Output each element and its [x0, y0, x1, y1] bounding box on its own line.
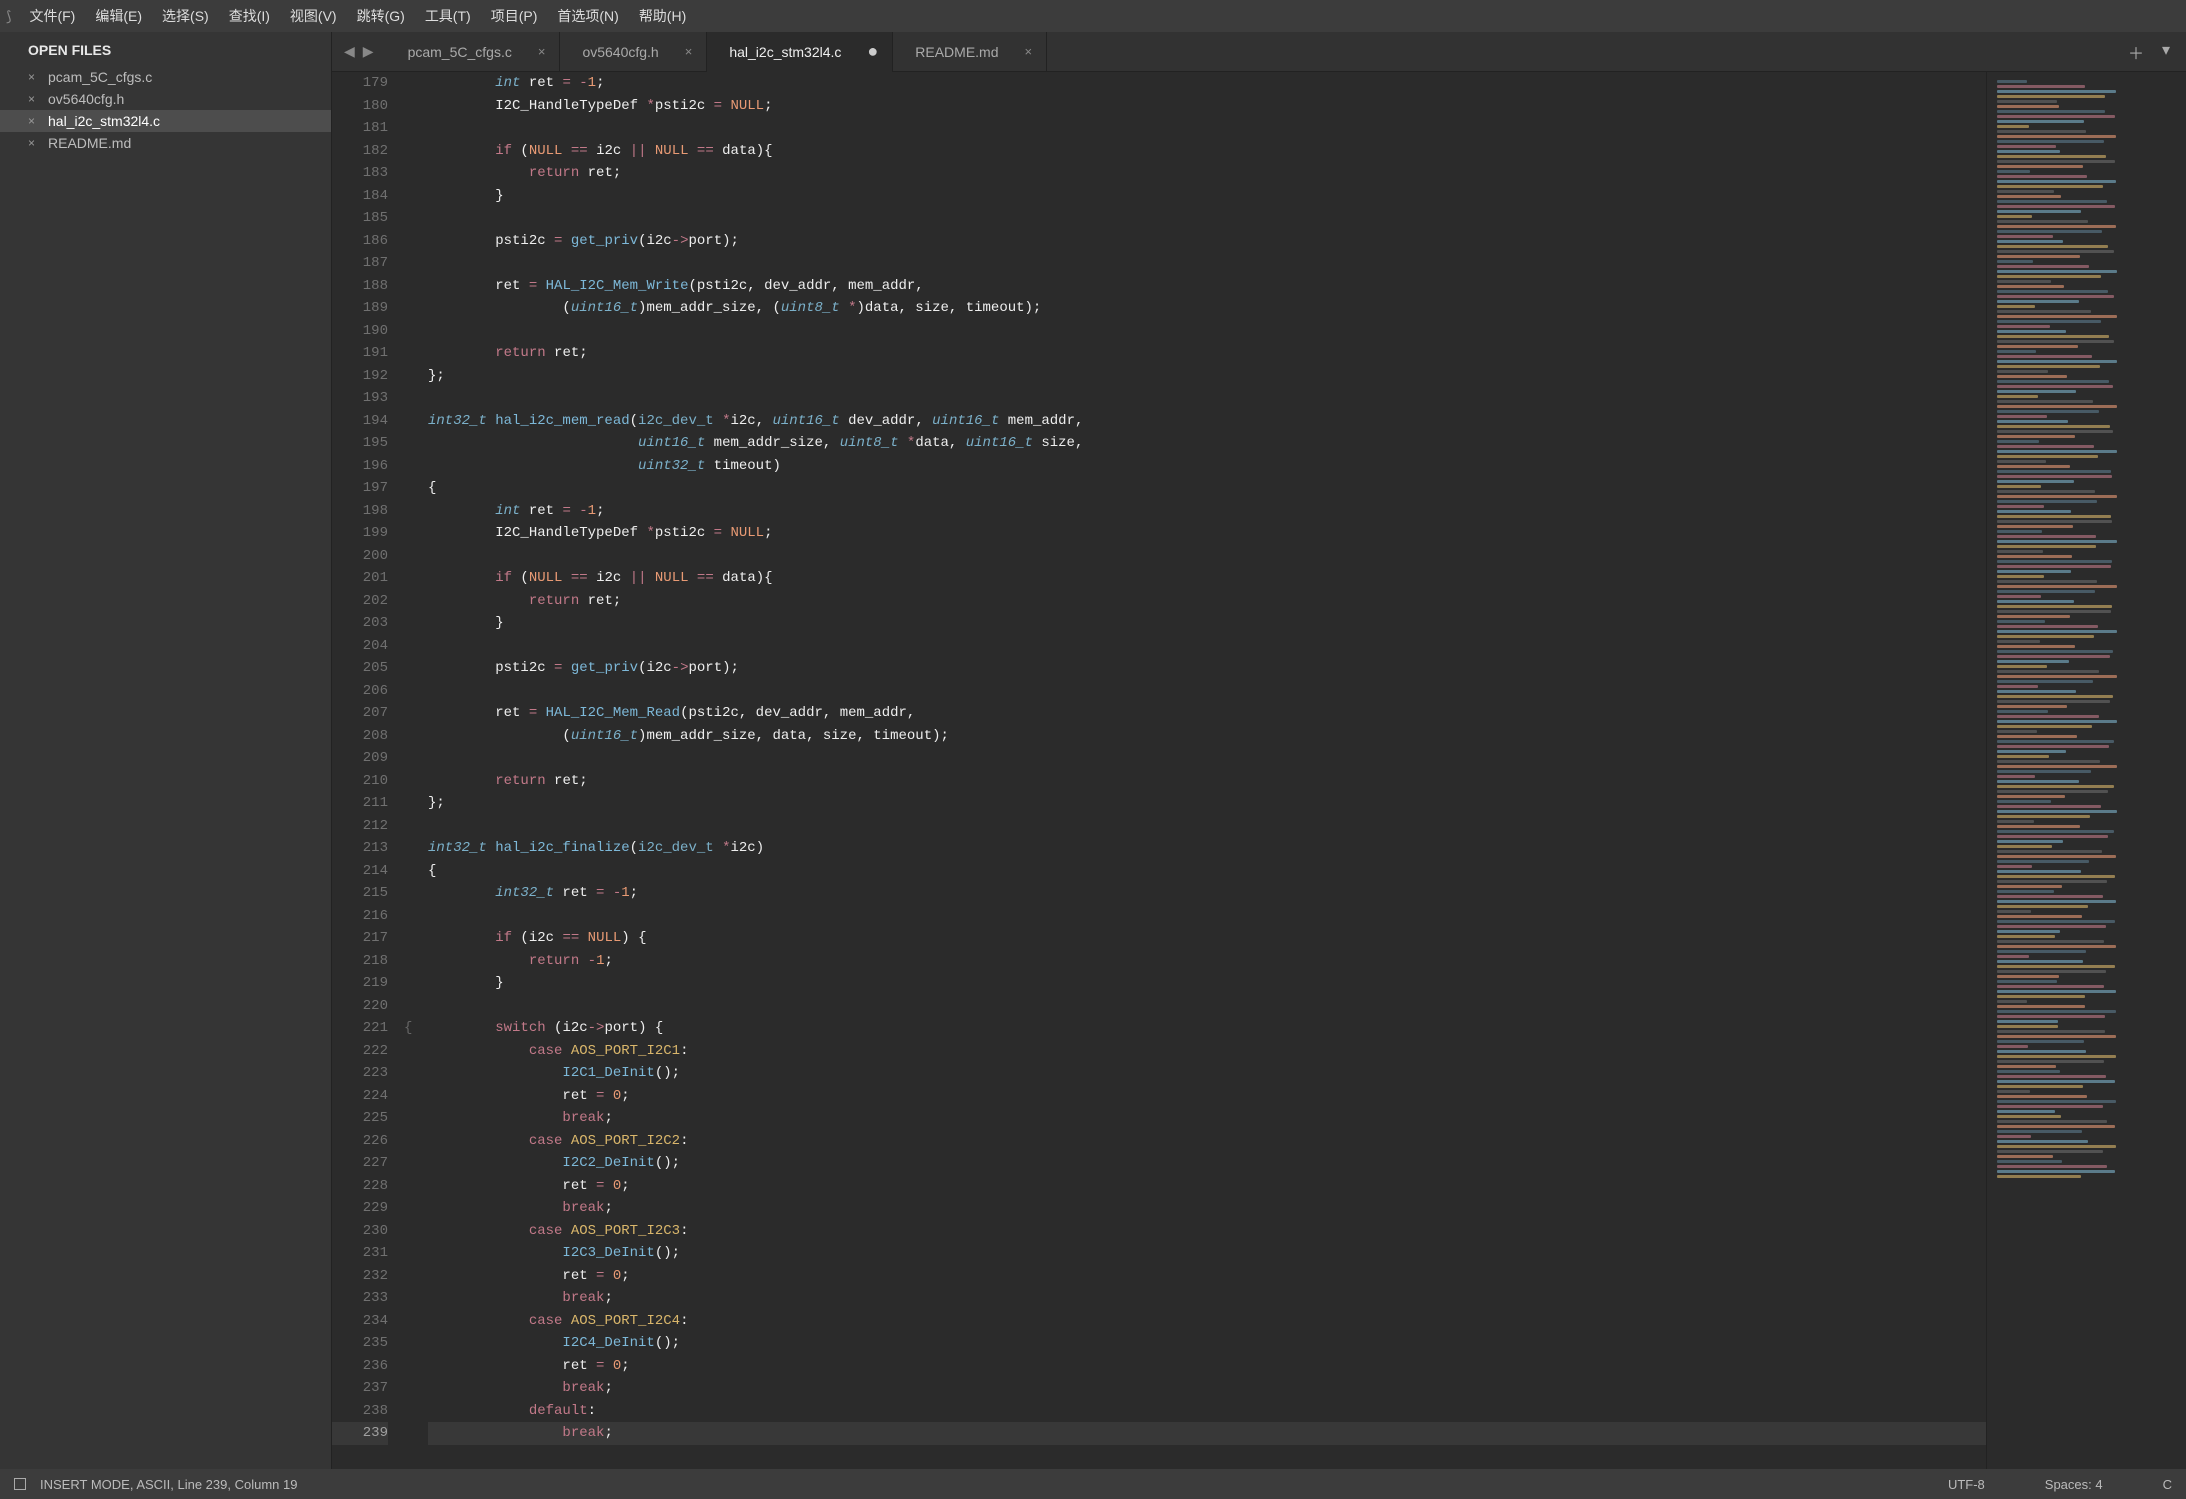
close-icon[interactable]: × — [538, 44, 546, 59]
status-mode: INSERT MODE, ASCII, Line 239, Column 19 — [40, 1477, 297, 1492]
tab[interactable]: pcam_5C_cfgs.c × — [386, 32, 561, 72]
editor-body[interactable]: 1791801811821831841851861871881891901911… — [332, 72, 2186, 1469]
open-file[interactable]: × README.md — [0, 132, 331, 154]
open-file[interactable]: × ov5640cfg.h — [0, 88, 331, 110]
open-file-label: ov5640cfg.h — [48, 91, 124, 107]
tab-nav-next-icon[interactable]: ▶ — [363, 43, 374, 60]
menu-item[interactable]: 文件(F) — [19, 4, 85, 28]
close-icon[interactable]: × — [685, 44, 693, 59]
menu-item[interactable]: 编辑(E) — [85, 4, 152, 28]
sidebar: OPEN FILES × pcam_5C_cfgs.c × ov5640cfg.h × h… — [0, 32, 332, 1469]
tab[interactable]: ov5640cfg.h × — [560, 32, 707, 72]
open-files-header: OPEN FILES — [0, 32, 331, 66]
close-icon[interactable]: × — [1025, 44, 1033, 59]
tab[interactable]: README.md × — [893, 32, 1047, 72]
tab[interactable]: hal_i2c_stm32l4.c ● — [707, 32, 893, 72]
close-icon[interactable]: × — [28, 114, 40, 128]
new-tab-icon[interactable]: ＋ — [2128, 40, 2144, 64]
close-icon[interactable]: × — [28, 136, 40, 150]
menu-item[interactable]: 项目(P) — [481, 4, 548, 28]
open-file[interactable]: × pcam_5C_cfgs.c — [0, 66, 331, 88]
tab-menu-icon[interactable]: ▾ — [2162, 40, 2170, 64]
tab-nav-prev-icon[interactable]: ◀ — [344, 43, 355, 60]
menu-item[interactable]: 工具(T) — [415, 4, 481, 28]
minimap[interactable] — [1986, 72, 2186, 1469]
status-encoding[interactable]: UTF-8 — [1948, 1477, 1985, 1492]
close-icon[interactable]: × — [28, 70, 40, 84]
tab-label: pcam_5C_cfgs.c — [408, 44, 512, 60]
statusbar: INSERT MODE, ASCII, Line 239, Column 19 … — [0, 1469, 2186, 1499]
editor-area: ◀ ▶ pcam_5C_cfgs.c × ov5640cfg.h × hal_i2c_s… — [332, 32, 2186, 1469]
menu-item[interactable]: 帮助(H) — [629, 4, 696, 28]
menubar: ⟆ 文件(F)编辑(E)选择(S)查找(I)视图(V)跳转(G)工具(T)项目(… — [0, 0, 2186, 32]
menu-item[interactable]: 选择(S) — [152, 4, 219, 28]
status-language[interactable]: C — [2163, 1477, 2172, 1492]
open-file-label: hal_i2c_stm32l4.c — [48, 113, 160, 129]
fold-column[interactable]: { — [404, 72, 424, 1469]
line-number-gutter: 1791801811821831841851861871881891901911… — [332, 72, 404, 1469]
open-file[interactable]: × hal_i2c_stm32l4.c — [0, 110, 331, 132]
close-icon[interactable]: × — [28, 92, 40, 106]
open-file-label: pcam_5C_cfgs.c — [48, 69, 152, 85]
tab-label: hal_i2c_stm32l4.c — [729, 44, 841, 60]
app-logo-icon: ⟆ — [6, 8, 11, 25]
open-file-label: README.md — [48, 135, 131, 151]
menu-item[interactable]: 查找(I) — [219, 4, 280, 28]
menu-item[interactable]: 视图(V) — [280, 4, 347, 28]
tab-label: ov5640cfg.h — [582, 44, 658, 60]
main-area: OPEN FILES × pcam_5C_cfgs.c × ov5640cfg.h × h… — [0, 32, 2186, 1469]
code-text[interactable]: int ret = -1; I2C_HandleTypeDef *psti2c … — [424, 72, 1986, 1469]
menu-item[interactable]: 首选项(N) — [547, 4, 628, 28]
tab-label: README.md — [915, 44, 998, 60]
tabbar: ◀ ▶ pcam_5C_cfgs.c × ov5640cfg.h × hal_i2c_s… — [332, 32, 2186, 72]
menu-item[interactable]: 跳转(G) — [347, 4, 415, 28]
status-spaces[interactable]: Spaces: 4 — [2045, 1477, 2103, 1492]
dirty-indicator-icon: ● — [867, 41, 878, 62]
status-indicator-icon[interactable] — [14, 1478, 26, 1490]
